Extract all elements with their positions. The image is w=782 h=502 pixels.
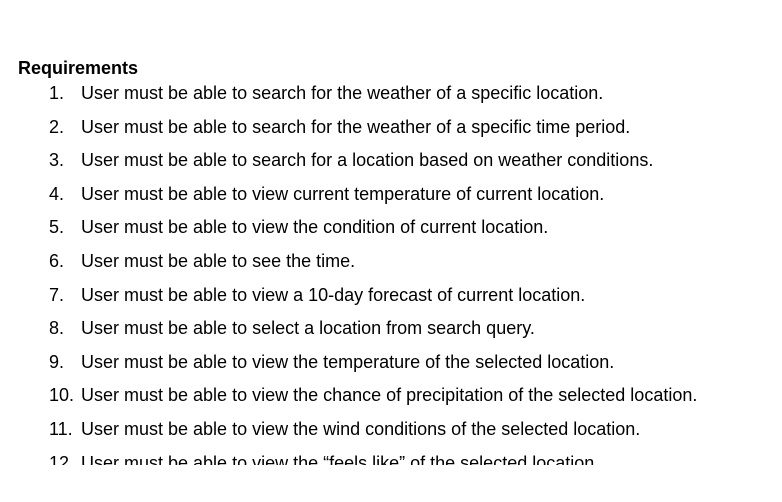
requirement-number: 6. bbox=[49, 250, 65, 271]
requirement-text: User must be able to search for the weat… bbox=[81, 116, 631, 137]
requirement-text: User must be able to view the condition … bbox=[81, 217, 549, 238]
requirement-text: User must be able to select a location f… bbox=[81, 318, 535, 339]
requirement-text: User must be able to search for the weat… bbox=[81, 83, 604, 103]
requirement-number: 10. bbox=[49, 385, 75, 406]
requirement-number: 2. bbox=[49, 116, 65, 137]
requirements-heading: Requirements bbox=[18, 58, 139, 78]
requirement-number: 1. bbox=[49, 83, 65, 103]
requirement-number: 5. bbox=[49, 217, 65, 238]
requirement-number: 9. bbox=[49, 351, 65, 372]
requirement-number: 8. bbox=[49, 318, 65, 339]
requirement-number: 12. bbox=[49, 452, 75, 465]
requirement-text: User must be able to view the wind condi… bbox=[81, 418, 641, 439]
requirement-text: User must be able to view a 10-day forec… bbox=[81, 284, 586, 305]
requirement-text: User must be able to view the chance of … bbox=[81, 385, 698, 406]
requirement-text: User must be able to see the time. bbox=[81, 250, 356, 271]
requirement-number: 7. bbox=[49, 284, 65, 305]
document-page: Requirements 1. User must be able to sea… bbox=[0, 0, 782, 465]
requirement-number: 3. bbox=[49, 150, 65, 171]
requirement-text: User must be able to search for a locati… bbox=[81, 150, 654, 171]
requirement-number: 11. bbox=[49, 418, 73, 439]
requirement-text: User must be able to view the “feels lik… bbox=[81, 452, 600, 465]
requirement-text: User must be able to view the temperatur… bbox=[81, 351, 615, 372]
requirement-text: User must be able to view current temper… bbox=[81, 183, 605, 204]
requirement-number: 4. bbox=[49, 183, 65, 204]
